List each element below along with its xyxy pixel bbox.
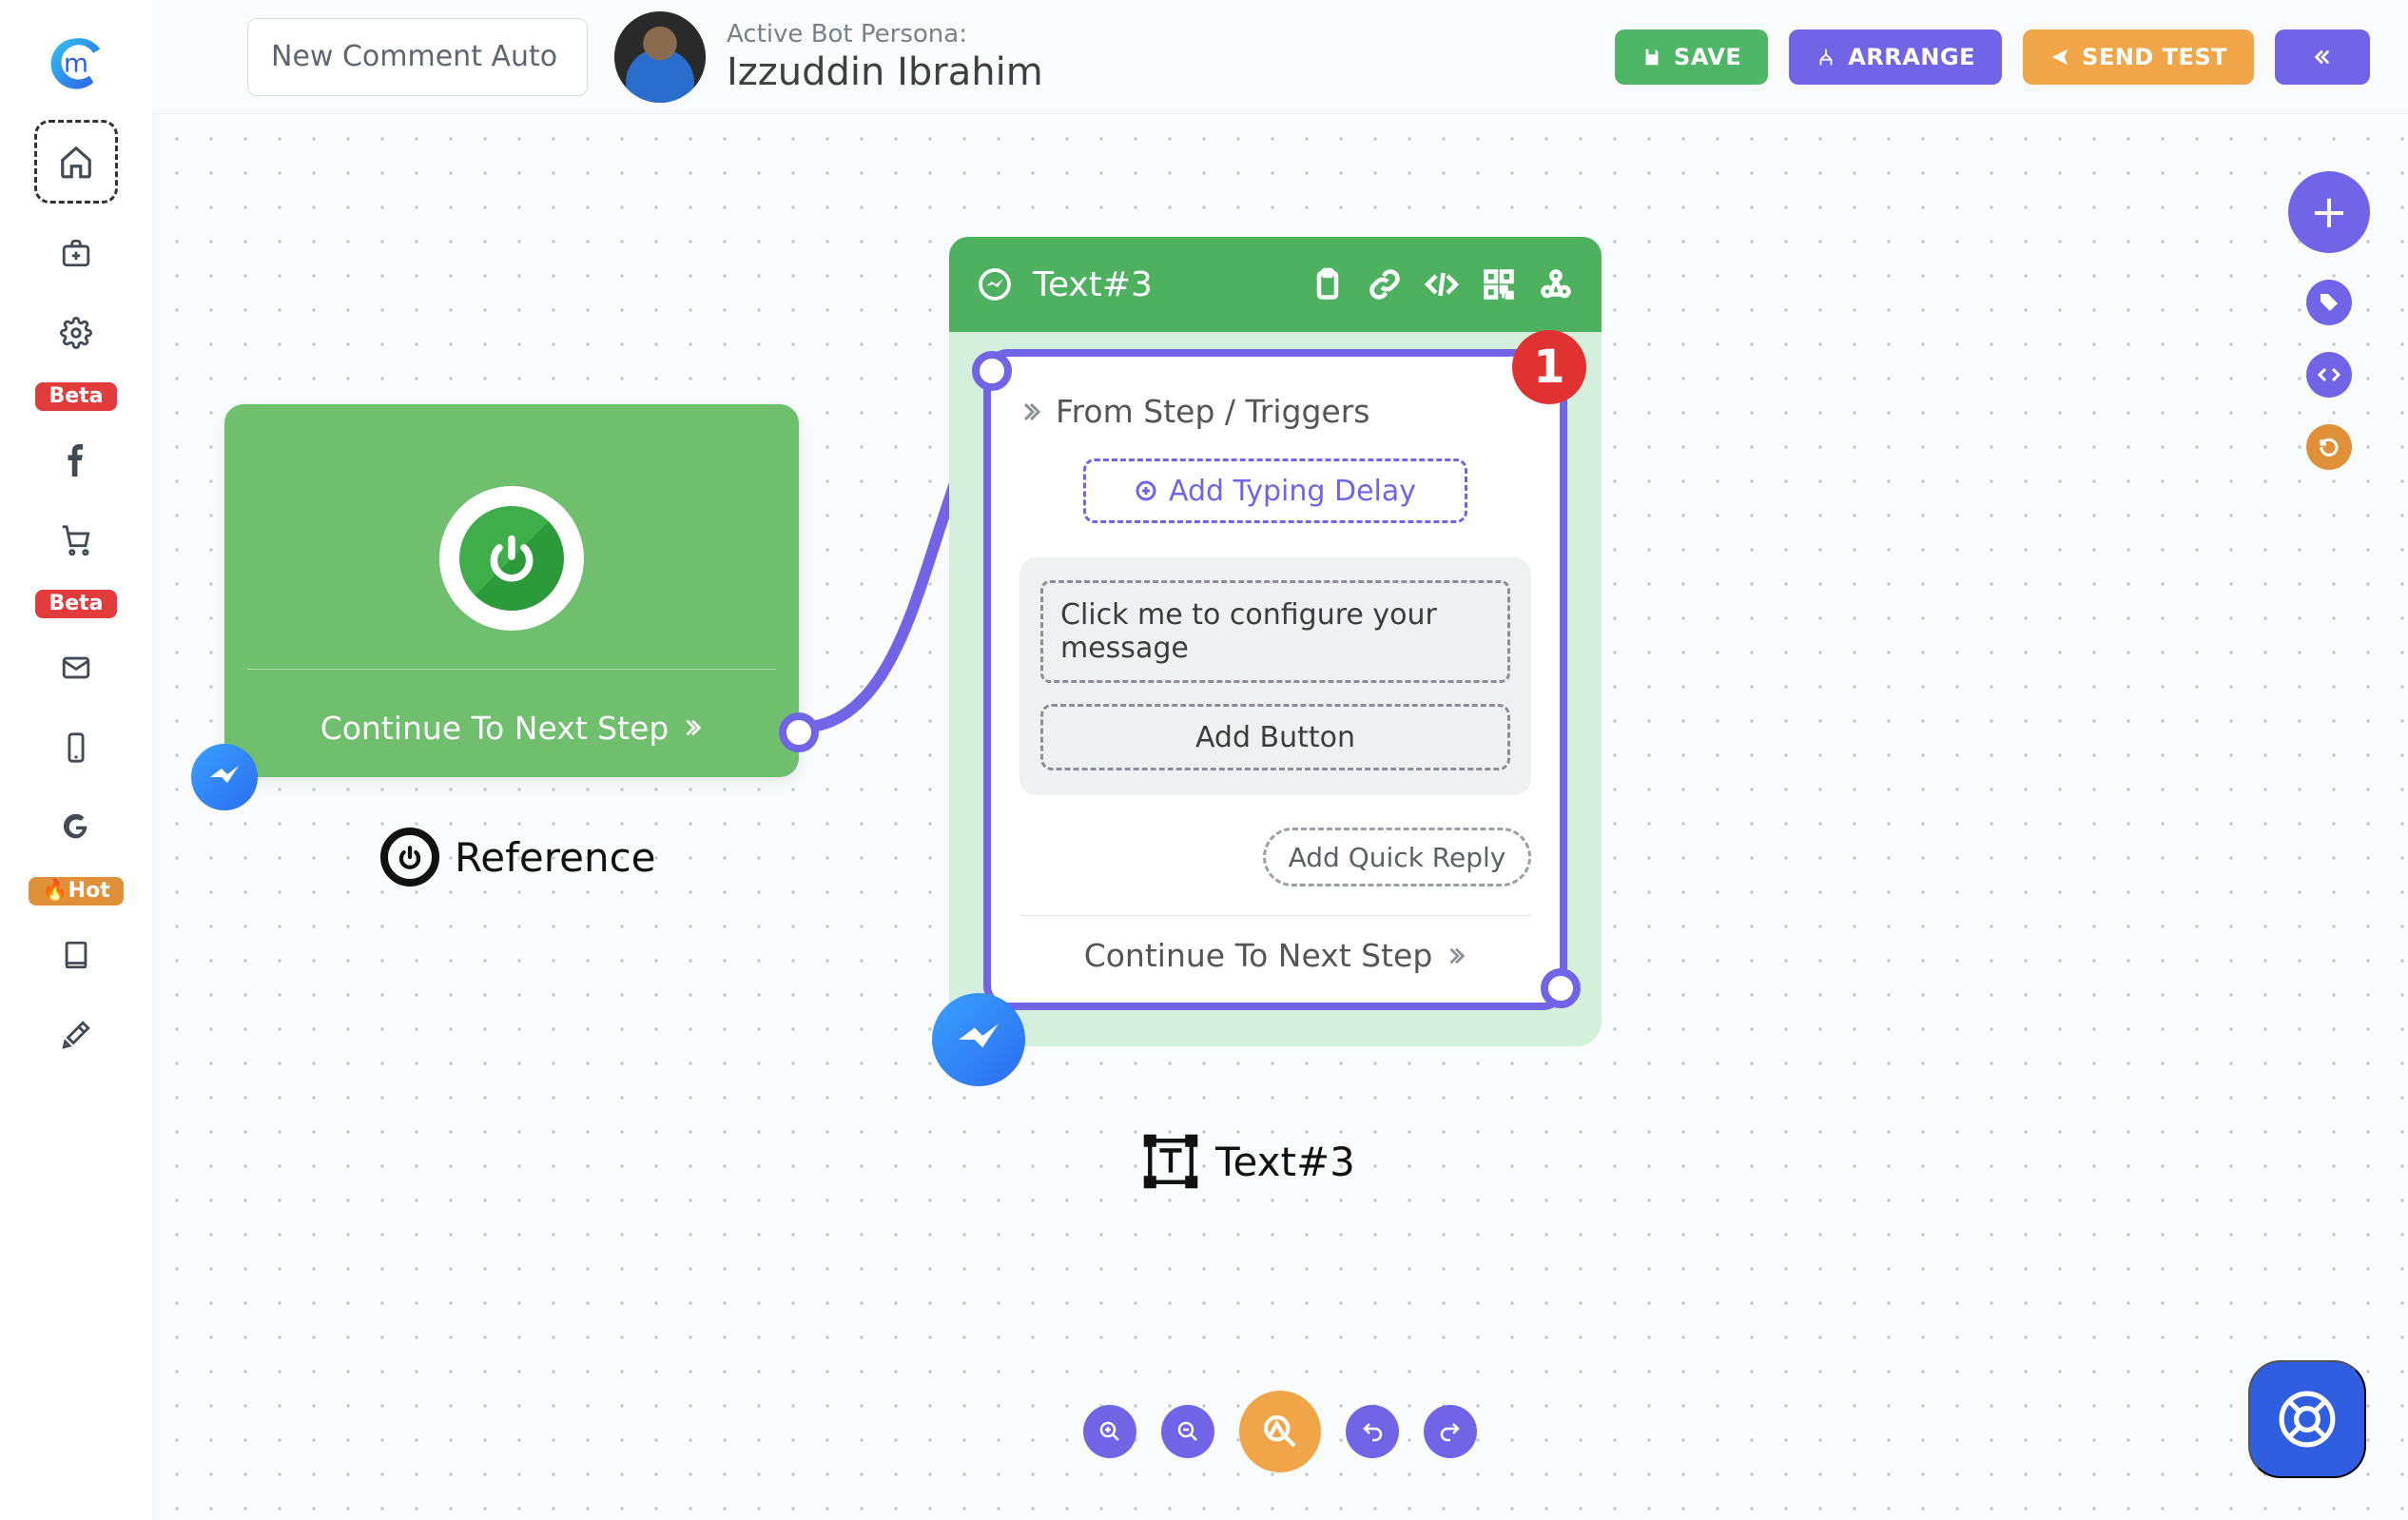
redo-button[interactable]: [1424, 1405, 1477, 1458]
add-typing-delay-button[interactable]: Add Typing Delay: [1083, 458, 1467, 523]
chevron-right-double-icon: [1020, 400, 1042, 423]
zoom-controls: [1083, 1391, 1477, 1472]
zoom-fit-button[interactable]: [1239, 1391, 1321, 1472]
text-frame-icon: [1143, 1134, 1198, 1189]
help-button[interactable]: [2248, 1360, 2366, 1478]
app-logo: m: [39, 27, 113, 101]
start-node-caption: Reference: [380, 828, 656, 887]
code-icon[interactable]: [1423, 265, 1461, 303]
nav-cart-icon[interactable]: [46, 510, 107, 571]
avatar[interactable]: [614, 11, 706, 103]
clipboard-icon[interactable]: [1309, 265, 1347, 303]
svg-text:m: m: [64, 49, 88, 78]
arrange-button[interactable]: ARRANGE: [1789, 29, 2002, 85]
send-test-button[interactable]: SEND TEST: [2023, 29, 2254, 85]
zoom-in-button[interactable]: [1083, 1405, 1136, 1458]
hot-badge: 🔥Hot: [29, 877, 123, 906]
text-continue[interactable]: Continue To Next Step: [1020, 937, 1531, 974]
persona-label: Active Bot Persona:: [727, 20, 1043, 49]
flow-name-input[interactable]: [247, 18, 588, 96]
persona-name: Izzuddin Ibrahim: [727, 50, 1043, 94]
nav-google-icon[interactable]: [46, 797, 107, 858]
start-continue[interactable]: Continue To Next Step: [224, 690, 799, 766]
embed-button[interactable]: [2306, 352, 2352, 398]
arrange-button-label: ARRANGE: [1848, 44, 1975, 70]
text-node-title: Text#3: [1033, 265, 1290, 304]
link-icon[interactable]: [1366, 265, 1404, 303]
text-caption-text: Text#3: [1215, 1139, 1355, 1185]
text-node[interactable]: Text#3 1 From Step / Triggers Add Typing…: [949, 237, 1602, 1046]
text-node-caption: Text#3: [1143, 1134, 1355, 1189]
collapse-button[interactable]: [2275, 29, 2370, 85]
nav-facebook-icon[interactable]: [46, 430, 107, 491]
nav-book-icon[interactable]: [46, 925, 107, 985]
start-node[interactable]: Continue To Next Step: [224, 404, 799, 777]
power-small-icon: [380, 828, 439, 887]
message-text-placeholder[interactable]: Click me to configure your message: [1040, 580, 1510, 683]
flow-canvas[interactable]: Continue To Next Step Reference Text#3 1: [152, 114, 2408, 1520]
divider: [247, 669, 776, 670]
beta-badge-2: Beta: [35, 590, 116, 618]
add-typing-delay-label: Add Typing Delay: [1169, 475, 1416, 508]
qr-icon[interactable]: [1480, 265, 1518, 303]
start-caption-text: Reference: [455, 834, 656, 881]
send-test-button-label: SEND TEST: [2082, 44, 2227, 70]
text-port-out[interactable]: [1541, 968, 1581, 1008]
body-divider: [1020, 915, 1531, 916]
nav-mobile-icon[interactable]: [46, 717, 107, 778]
save-icon: [1641, 47, 1662, 68]
lifebuoy-icon: [2278, 1390, 2337, 1449]
zoom-out-button[interactable]: [1161, 1405, 1214, 1458]
text-port-in[interactable]: [972, 351, 1012, 391]
beta-badge-1: Beta: [35, 382, 116, 411]
nav-tools-icon[interactable]: [46, 1004, 107, 1065]
chevron-right-double-icon: [1446, 945, 1466, 966]
save-button-label: SAVE: [1674, 44, 1741, 70]
save-button[interactable]: SAVE: [1615, 29, 1768, 85]
add-button-button[interactable]: Add Button: [1040, 704, 1510, 770]
add-node-button[interactable]: +: [2288, 171, 2370, 253]
text-node-header: Text#3: [949, 237, 1602, 332]
text-node-body: 1 From Step / Triggers Add Typing Delay …: [983, 349, 1567, 1010]
count-badge: 1: [1512, 330, 1586, 404]
messenger-badge: [191, 744, 258, 810]
power-icon: [439, 486, 584, 631]
top-actions: SAVE ARRANGE SEND TEST: [1615, 29, 2370, 85]
persona-block: Active Bot Persona: Izzuddin Ibrahim: [727, 20, 1043, 94]
add-quick-reply-button[interactable]: Add Quick Reply: [1263, 828, 1531, 887]
text-continue-label: Continue To Next Step: [1084, 937, 1433, 974]
messenger-header-icon: [976, 265, 1014, 303]
messenger-badge: [932, 993, 1025, 1086]
webhook-icon[interactable]: [1537, 265, 1575, 303]
start-continue-label: Continue To Next Step: [320, 710, 670, 747]
nav-mail-icon[interactable]: [46, 637, 107, 698]
nav-settings-icon[interactable]: [46, 302, 107, 363]
nav-medical-icon[interactable]: [46, 223, 107, 283]
right-rail: +: [2288, 171, 2370, 470]
nav-home[interactable]: [34, 120, 118, 204]
arrange-icon: [1816, 47, 1836, 68]
from-step-row[interactable]: From Step / Triggers: [1020, 393, 1531, 430]
sidebar: m Beta Beta 🔥Hot: [0, 0, 152, 1520]
start-port-out[interactable]: [779, 712, 819, 752]
send-icon: [2049, 47, 2070, 68]
tags-button[interactable]: [2306, 280, 2352, 325]
chevron-right-double-icon: [682, 717, 703, 738]
topbar: Active Bot Persona: Izzuddin Ibrahim SAV…: [152, 0, 2408, 114]
chevron-left-double-icon: [2312, 47, 2333, 68]
message-card: Click me to configure your message Add B…: [1020, 557, 1531, 795]
undo-button[interactable]: [1346, 1405, 1399, 1458]
from-step-label: From Step / Triggers: [1056, 393, 1369, 430]
plus-circle-icon: [1135, 479, 1157, 502]
refresh-button[interactable]: [2306, 424, 2352, 470]
